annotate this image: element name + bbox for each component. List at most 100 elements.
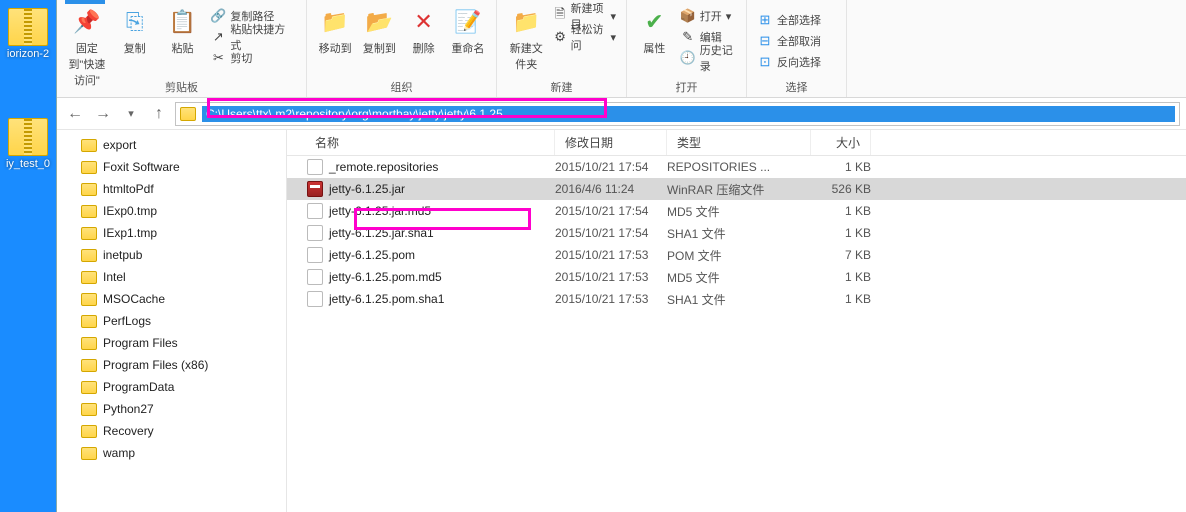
- file-type: MD5 文件: [667, 203, 811, 220]
- file-size: 1 KB: [811, 204, 871, 218]
- select-none-button[interactable]: ⊟全部取消: [757, 31, 836, 51]
- file-row[interactable]: jetty-6.1.25.pom.sha12015/10/21 17:53SHA…: [287, 288, 1186, 310]
- tree-item[interactable]: wamp: [59, 442, 284, 464]
- tree-item[interactable]: Program Files: [59, 332, 284, 354]
- file-size: 1 KB: [811, 270, 871, 284]
- file-icon: [307, 269, 323, 285]
- file-size: 1 KB: [811, 292, 871, 306]
- folder-icon: [81, 183, 97, 196]
- file-row[interactable]: jetty-6.1.25.pom.md52015/10/21 17:53MD5 …: [287, 266, 1186, 288]
- file-row[interactable]: jetty-6.1.25.pom2015/10/21 17:53POM 文件7 …: [287, 244, 1186, 266]
- tree-item[interactable]: Recovery: [59, 420, 284, 442]
- forward-button[interactable]: →: [91, 102, 115, 126]
- history-icon: 🕘: [680, 50, 696, 66]
- file-row[interactable]: jetty-6.1.25.jar.md5 2015/10/21 17:54MD5 …: [287, 200, 1186, 222]
- tree-item[interactable]: MSOCache: [59, 288, 284, 310]
- group-label: 选择: [747, 79, 846, 95]
- nav-row: ← → ▾ ↑ C:\Users\ttx\.m2\repository\org\…: [57, 98, 1186, 130]
- file-date: 2015/10/21 17:54: [555, 204, 667, 218]
- file-type: MD5 文件: [667, 269, 811, 286]
- invert-icon: ⊡: [757, 54, 773, 70]
- tree-item-label: wamp: [103, 446, 135, 460]
- file-icon: [307, 291, 323, 307]
- file-icon: [307, 247, 323, 263]
- file-size: 526 KB: [811, 182, 871, 196]
- file-name: jetty-6.1.25.jar.md5: [329, 204, 431, 218]
- file-type: REPOSITORIES ...: [667, 160, 811, 174]
- delete-icon: ✕: [408, 6, 440, 38]
- up-button[interactable]: ↑: [147, 102, 171, 126]
- tree-item[interactable]: ProgramData: [59, 376, 284, 398]
- folder-icon: [81, 161, 97, 174]
- tree-item-label: MSOCache: [103, 292, 165, 306]
- new-item-icon: 🗎: [554, 8, 567, 24]
- body: exportFoxit SoftwarehtmltoPdfIExp0.tmp IE…: [57, 130, 1186, 512]
- path-icon: 🔗: [210, 8, 226, 24]
- folder-icon: [81, 447, 97, 460]
- history-button[interactable]: 🕘历史记录: [680, 48, 736, 68]
- zip-icon: [8, 8, 48, 46]
- folder-icon: [81, 271, 97, 284]
- desktop-zip-icon-2[interactable]: iy_test_0: [0, 118, 56, 170]
- ribbon-group-open: ✔ 属性 📦打开 ▾ ✎编辑 🕘历史记录 打开: [627, 0, 747, 97]
- file-icon: [307, 225, 323, 241]
- tree-item-label: IExp1.tmp: [103, 226, 157, 240]
- folder-icon: [81, 293, 97, 306]
- file-row[interactable]: jetty-6.1.25.jar.sha12015/10/21 17:54SHA…: [287, 222, 1186, 244]
- open-button[interactable]: 📦打开 ▾: [680, 6, 736, 26]
- tree-item[interactable]: IExp1.tmp: [59, 222, 284, 244]
- folder-icon: [81, 205, 97, 218]
- tree-item[interactable]: Program Files (x86): [59, 354, 284, 376]
- file-size: 1 KB: [811, 160, 871, 174]
- folder-icon: [81, 227, 97, 240]
- select-all-button[interactable]: ⊞全部选择: [757, 10, 836, 30]
- recent-dropdown[interactable]: ▾: [119, 102, 143, 126]
- tree-item[interactable]: Foxit Software: [59, 156, 284, 178]
- col-type[interactable]: 类型: [667, 130, 811, 155]
- explorer-window: 📌 固定到"快速访问" ⎘ 复制 📋 粘贴 🔗复制路径 ↗粘贴快捷方式 ✂剪切 …: [56, 0, 1186, 512]
- file-date: 2015/10/21 17:53: [555, 292, 667, 306]
- file-type: POM 文件: [667, 247, 811, 264]
- desktop-zip-icon-1[interactable]: iorizon-2: [0, 8, 56, 60]
- group-label: 新建: [497, 79, 626, 95]
- file-icon: [307, 159, 323, 175]
- tree-item[interactable]: Intel: [59, 266, 284, 288]
- file-list[interactable]: _remote.repositories2015/10/21 17:54REPO…: [287, 156, 1186, 512]
- properties-icon: ✔: [638, 6, 670, 38]
- folder-icon: [81, 425, 97, 438]
- tree-item[interactable]: IExp0.tmp: [59, 200, 284, 222]
- rename-icon: 📝: [452, 6, 484, 38]
- address-text[interactable]: C:\Users\ttx\.m2\repository\org\mortbay\…: [202, 106, 1175, 122]
- folder-icon: [81, 337, 97, 350]
- desktop-icon-label: iorizon-2: [0, 48, 56, 60]
- col-date[interactable]: 修改日期: [555, 130, 667, 155]
- tree-item[interactable]: Python27: [59, 398, 284, 420]
- folder-icon: [81, 403, 97, 416]
- col-size[interactable]: 大小: [811, 130, 871, 155]
- tree-item[interactable]: export: [59, 134, 284, 156]
- cut-icon: ✂: [210, 50, 226, 66]
- edit-icon: ✎: [680, 29, 696, 45]
- cut-button[interactable]: ✂剪切: [210, 48, 296, 68]
- folder-icon: [81, 249, 97, 262]
- tree-item-label: Recovery: [103, 424, 154, 438]
- copy-to-icon: 📂: [363, 6, 395, 38]
- select-all-icon: ⊞: [757, 12, 773, 28]
- paste-shortcut-button[interactable]: ↗粘贴快捷方式: [210, 27, 296, 47]
- file-type: SHA1 文件: [667, 291, 811, 308]
- file-row[interactable]: jetty-6.1.25.jar2016/4/6 11:24WinRAR 压缩文…: [287, 178, 1186, 200]
- tree-item-label: Python27: [103, 402, 154, 416]
- address-bar[interactable]: C:\Users\ttx\.m2\repository\org\mortbay\…: [175, 102, 1180, 126]
- easy-access-button[interactable]: ⚙轻松访问 ▾: [554, 27, 617, 47]
- tree-item[interactable]: PerfLogs: [59, 310, 284, 332]
- ribbon-group-select: ⊞全部选择 ⊟全部取消 ⊡反向选择 选择: [747, 0, 847, 97]
- invert-selection-button[interactable]: ⊡反向选择: [757, 52, 836, 72]
- file-row[interactable]: _remote.repositories2015/10/21 17:54REPO…: [287, 156, 1186, 178]
- tree-item[interactable]: inetpub: [59, 244, 284, 266]
- group-label: 组织: [307, 79, 496, 95]
- nav-tree[interactable]: exportFoxit SoftwarehtmltoPdfIExp0.tmp IE…: [57, 130, 287, 512]
- back-button[interactable]: ←: [63, 102, 87, 126]
- tree-item-label: inetpub: [103, 248, 142, 262]
- tree-item[interactable]: htmltoPdf: [59, 178, 284, 200]
- col-name[interactable]: 名称: [287, 130, 555, 155]
